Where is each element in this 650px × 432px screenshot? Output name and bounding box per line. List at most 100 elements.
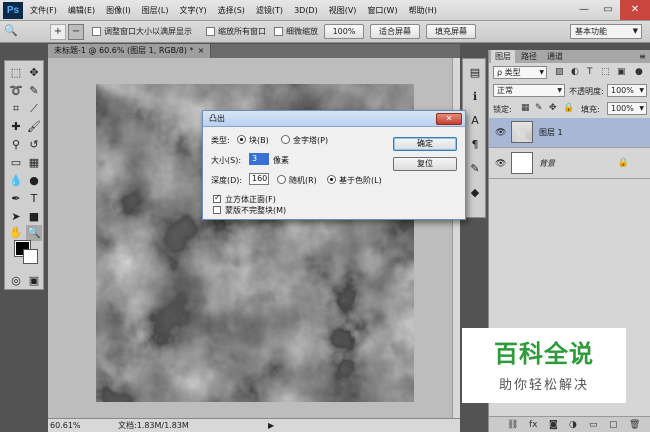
add-mask-icon[interactable]: ◙ bbox=[549, 420, 558, 430]
zoom-out-icon[interactable]: − bbox=[68, 24, 84, 40]
lock-position-icon[interactable]: ✥ bbox=[549, 103, 557, 114]
type-block-radio[interactable] bbox=[237, 135, 246, 144]
panel-menu-icon[interactable]: ≡ bbox=[635, 50, 650, 63]
properties-panel-icon[interactable]: ℹ bbox=[467, 89, 483, 105]
type-tool-icon[interactable]: T bbox=[26, 191, 42, 207]
eraser-tool-icon[interactable]: ▭ bbox=[8, 155, 24, 171]
lock-transparent-icon[interactable]: ▦ bbox=[521, 103, 530, 114]
tab-paths[interactable]: 路径 bbox=[517, 50, 541, 63]
type-filter-icon[interactable]: T bbox=[587, 67, 593, 78]
resize-windows-box[interactable] bbox=[92, 27, 101, 36]
type-pyramid-label[interactable]: 金字塔(P) bbox=[293, 135, 328, 146]
layer-row-layer1[interactable]: 👁 图层 1 bbox=[489, 118, 650, 148]
status-menu-arrow-icon[interactable]: ▶ bbox=[268, 419, 274, 432]
zoom-all-checkbox[interactable]: 缩放所有窗口 bbox=[206, 26, 266, 37]
opacity-input[interactable]: 100% ▼ bbox=[607, 84, 647, 97]
brush-tool-icon[interactable]: 🖌 bbox=[26, 119, 42, 135]
pen-tool-icon[interactable]: ✒ bbox=[8, 191, 24, 207]
filter-toggle-icon[interactable]: ● bbox=[635, 67, 643, 78]
marquee-tool-icon[interactable]: ⬚ bbox=[8, 65, 24, 81]
dodge-tool-icon[interactable]: ● bbox=[26, 173, 42, 189]
quick-mask-icon[interactable]: ◎ bbox=[8, 273, 24, 289]
workspace-select[interactable]: 基本功能 ▼ bbox=[570, 24, 642, 39]
fill-input[interactable]: 100% ▼ bbox=[607, 102, 647, 115]
smart-object-filter-icon[interactable]: ▣ bbox=[617, 67, 626, 78]
lock-all-icon[interactable]: 🔒 bbox=[563, 103, 574, 114]
scrubby-zoom-box[interactable] bbox=[274, 27, 283, 36]
eyedropper-tool-icon[interactable]: ⟋ bbox=[26, 101, 42, 117]
menu-item-1[interactable]: 编辑(E) bbox=[68, 0, 95, 21]
menu-item-3[interactable]: 图层(L) bbox=[142, 0, 169, 21]
solid-front-checkbox[interactable] bbox=[213, 193, 221, 203]
menu-item-6[interactable]: 滤镜(T) bbox=[256, 0, 283, 21]
type-pyramid-radio[interactable] bbox=[281, 135, 290, 144]
shape-filter-icon[interactable]: ⬚ bbox=[601, 67, 610, 78]
blend-mode-select[interactable]: 正常 ▼ bbox=[493, 84, 565, 97]
visibility-eye-icon[interactable]: 👁 bbox=[495, 159, 506, 169]
close-button[interactable]: ✕ bbox=[620, 0, 650, 20]
layer-name[interactable]: 背景 bbox=[539, 158, 555, 169]
depth-input[interactable]: 160 bbox=[249, 173, 269, 185]
crop-tool-icon[interactable]: ⌗ bbox=[8, 101, 24, 117]
depth-random-label[interactable]: 随机(R) bbox=[289, 175, 317, 186]
zoom-in-icon[interactable]: + bbox=[50, 24, 66, 40]
adjustment-layer-icon[interactable]: ◑ bbox=[569, 420, 577, 430]
adjustment-filter-icon[interactable]: ◐ bbox=[571, 67, 579, 78]
gradient-tool-icon[interactable]: ▦ bbox=[26, 155, 42, 171]
zoom-all-box[interactable] bbox=[206, 27, 215, 36]
menu-item-4[interactable]: 文字(Y) bbox=[179, 0, 206, 21]
screen-mode-icon[interactable]: ▣ bbox=[26, 273, 42, 289]
background-color-swatch[interactable] bbox=[23, 249, 38, 264]
paragraph-panel-icon[interactable]: ¶ bbox=[467, 137, 483, 153]
scrubby-zoom-checkbox[interactable]: 细微缩放 bbox=[274, 26, 318, 37]
minimize-button[interactable]: — bbox=[572, 0, 596, 20]
tab-layers[interactable]: 图层 bbox=[491, 50, 515, 63]
blur-tool-icon[interactable]: 💧 bbox=[8, 173, 24, 189]
layer-row-background[interactable]: 👁 背景 🔒 bbox=[489, 149, 650, 179]
fit-screen-button[interactable]: 适合屏幕 bbox=[370, 24, 420, 39]
menu-item-2[interactable]: 图像(I) bbox=[106, 0, 131, 21]
layer-kind-select[interactable]: ρ 类型 ▼ bbox=[493, 66, 547, 79]
link-layers-icon[interactable]: ⛓ bbox=[507, 420, 518, 430]
type-block-label[interactable]: 块(B) bbox=[249, 135, 269, 146]
pixel-filter-icon[interactable]: ▨ bbox=[555, 67, 564, 78]
depth-level-radio[interactable] bbox=[327, 175, 336, 184]
menu-item-7[interactable]: 3D(D) bbox=[294, 0, 318, 21]
zoom-tool-preset-icon[interactable]: 🔍 bbox=[4, 24, 32, 40]
depth-random-radio[interactable] bbox=[277, 175, 286, 184]
restore-button[interactable]: ▭ bbox=[596, 0, 620, 20]
reset-button[interactable]: 复位 bbox=[393, 157, 457, 171]
new-group-icon[interactable]: ▭ bbox=[589, 420, 598, 430]
solid-front-label[interactable]: 立方体正面(F) bbox=[225, 194, 276, 205]
document-tab[interactable]: 未标题-1 @ 60.6% (图层 1, RGB/8) * × bbox=[48, 44, 212, 58]
history-panel-icon[interactable]: ▤ bbox=[467, 65, 483, 81]
visibility-eye-icon[interactable]: 👁 bbox=[495, 128, 506, 138]
delete-layer-icon[interactable]: 🗑 bbox=[629, 420, 640, 430]
new-layer-icon[interactable]: ▢ bbox=[609, 420, 618, 430]
fill-screen-button[interactable]: 填充屏幕 bbox=[426, 24, 476, 39]
move-tool-icon[interactable]: ✥ bbox=[26, 65, 42, 81]
size-input[interactable]: 3 bbox=[249, 153, 269, 165]
mask-incomplete-checkbox[interactable] bbox=[213, 206, 221, 214]
quick-select-tool-icon[interactable]: ✎ bbox=[26, 83, 42, 99]
tab-channels[interactable]: 通道 bbox=[543, 50, 567, 63]
hand-tool-icon[interactable]: ✋ bbox=[8, 225, 24, 241]
menu-item-10[interactable]: 帮助(H) bbox=[409, 0, 437, 21]
zoom-tool-icon[interactable]: 🔍 bbox=[26, 225, 42, 241]
menu-item-5[interactable]: 选择(S) bbox=[218, 0, 245, 21]
depth-level-label[interactable]: 基于色阶(L) bbox=[339, 175, 382, 186]
clone-stamp-tool-icon[interactable]: ⚲ bbox=[8, 137, 24, 153]
history-brush-tool-icon[interactable]: ↺ bbox=[26, 137, 42, 153]
brush-panel-icon[interactable]: ✎ bbox=[467, 161, 483, 177]
healing-brush-tool-icon[interactable]: ✚ bbox=[8, 119, 24, 135]
menu-item-8[interactable]: 视图(V) bbox=[329, 0, 357, 21]
ok-button[interactable]: 确定 bbox=[393, 137, 457, 151]
character-panel-icon[interactable]: A bbox=[467, 113, 483, 129]
layer-name[interactable]: 图层 1 bbox=[539, 127, 563, 138]
lock-pixels-icon[interactable]: ✎ bbox=[535, 103, 543, 114]
dialog-close-button[interactable]: ✕ bbox=[436, 113, 462, 125]
close-tab-icon[interactable]: × bbox=[198, 46, 205, 55]
zoom-100-button[interactable]: 100% bbox=[324, 24, 364, 39]
lasso-tool-icon[interactable]: ➰ bbox=[8, 83, 24, 99]
zoom-level[interactable]: 60.61% bbox=[50, 419, 81, 432]
